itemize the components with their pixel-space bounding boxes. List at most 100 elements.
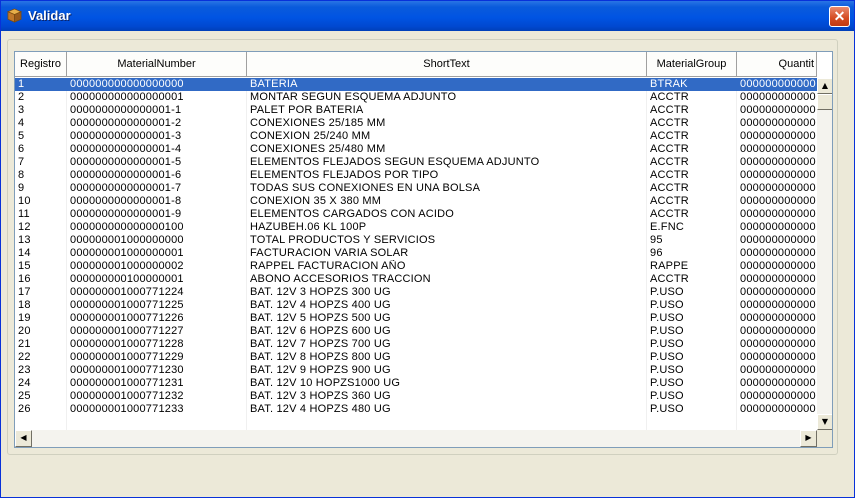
table-row[interactable]: 26 000000001000771233 BAT. 12V 4 HOPZS 480… xyxy=(15,403,817,416)
cell-short-text[interactable]: CONEXIONES 25/480 MM xyxy=(247,143,647,156)
cell-short-text[interactable]: BAT. 12V 10 HOPZS1000 UG xyxy=(247,377,647,390)
cell-quantity[interactable]: 000000000000 xyxy=(737,338,817,351)
vertical-scrollbar[interactable]: ▲ ▼ xyxy=(817,78,832,430)
cell-material-number[interactable]: 0000000000000001-5 xyxy=(67,156,247,169)
cell-quantity[interactable]: 000000000000 xyxy=(737,403,817,416)
cell-registro[interactable]: 4 xyxy=(15,117,67,130)
scroll-down-button[interactable]: ▼ xyxy=(817,414,832,430)
scroll-up-button[interactable]: ▲ xyxy=(817,78,832,94)
cell-short-text[interactable]: BATERIA xyxy=(247,78,647,91)
cell-material-number[interactable]: 0000000000000001-1 xyxy=(67,104,247,117)
table-row[interactable]: 6 0000000000000001-4 CONEXIONES 25/480 MM A… xyxy=(15,143,817,156)
scroll-thumb-vertical[interactable] xyxy=(817,94,832,110)
horizontal-scrollbar[interactable]: ◀ ▶ xyxy=(15,430,817,447)
cell-short-text[interactable]: BAT. 12V 5 HOPZS 500 UG xyxy=(247,312,647,325)
cell-material-number[interactable]: 000000001000771231 xyxy=(67,377,247,390)
cell-quantity[interactable]: 000000000000 xyxy=(737,299,817,312)
cell-short-text[interactable]: ELEMENTOS CARGADOS CON ACIDO xyxy=(247,208,647,221)
cell-short-text[interactable]: PALET POR BATERIA xyxy=(247,104,647,117)
cell-material-number[interactable]: 0000000000000001-8 xyxy=(67,195,247,208)
table-row[interactable]: 21 000000001000771228 BAT. 12V 7 HOPZS 700… xyxy=(15,338,817,351)
table-row[interactable]: 2 000000000000000001 MONTAR SEGUN ESQUEMA … xyxy=(15,91,817,104)
cell-registro[interactable]: 25 xyxy=(15,390,67,403)
cell-quantity[interactable]: 000000000000 xyxy=(737,156,817,169)
column-header-registro[interactable]: Registro xyxy=(15,52,67,77)
cell-material-number[interactable]: 000000001000771224 xyxy=(67,286,247,299)
column-header-materialnumber[interactable]: MaterialNumber xyxy=(67,52,247,77)
cell-short-text[interactable]: CONEXION 25/240 MM xyxy=(247,130,647,143)
cell-material-group[interactable]: ACCTR xyxy=(647,104,737,117)
cell-material-group[interactable]: ACCTR xyxy=(647,91,737,104)
cell-short-text[interactable]: BAT. 12V 9 HOPZS 900 UG xyxy=(247,364,647,377)
cell-material-group[interactable]: ACCTR xyxy=(647,143,737,156)
table-row[interactable]: 25 000000001000771232 BAT. 12V 3 HOPZS 360… xyxy=(15,390,817,403)
cell-registro[interactable]: 24 xyxy=(15,377,67,390)
table-row[interactable]: 8 0000000000000001-6 ELEMENTOS FLEJADOS PO… xyxy=(15,169,817,182)
cell-quantity[interactable]: 000000000000 xyxy=(737,325,817,338)
cell-quantity[interactable]: 000000000000 xyxy=(737,91,817,104)
cell-quantity[interactable]: 000000000000 xyxy=(737,221,817,234)
cell-short-text[interactable]: ABONO ACCESORIOS TRACCION xyxy=(247,273,647,286)
cell-material-number[interactable]: 000000000000000000 xyxy=(67,78,247,91)
cell-registro[interactable]: 22 xyxy=(15,351,67,364)
cell-short-text[interactable]: CONEXION 35 X 380 MM xyxy=(247,195,647,208)
cell-quantity[interactable]: 000000000000 xyxy=(737,377,817,390)
cell-short-text[interactable]: TODAS SUS CONEXIONES EN UNA BOLSA xyxy=(247,182,647,195)
cell-registro[interactable]: 16 xyxy=(15,273,67,286)
cell-short-text[interactable]: BAT. 12V 4 HOPZS 400 UG xyxy=(247,299,647,312)
title-bar[interactable]: Validar ✕ xyxy=(1,1,854,31)
cell-material-group[interactable]: P.USO xyxy=(647,364,737,377)
table-row[interactable]: 14 000000001000000001 FACTURACION VARIA SO… xyxy=(15,247,817,260)
cell-material-group[interactable]: BTRAK xyxy=(647,78,737,91)
column-header-quantity[interactable]: Quantit xyxy=(737,52,817,77)
cell-material-group[interactable]: ACCTR xyxy=(647,169,737,182)
cell-short-text[interactable]: ELEMENTOS FLEJADOS POR TIPO xyxy=(247,169,647,182)
cell-registro[interactable]: 19 xyxy=(15,312,67,325)
cell-material-group[interactable]: ACCTR xyxy=(647,273,737,286)
cell-registro[interactable]: 1 xyxy=(15,78,67,91)
cell-registro[interactable]: 3 xyxy=(15,104,67,117)
cell-quantity[interactable]: 000000000000 xyxy=(737,247,817,260)
cell-material-group[interactable]: P.USO xyxy=(647,351,737,364)
cell-material-number[interactable]: 000000001000771229 xyxy=(67,351,247,364)
cell-material-number[interactable]: 000000000000000100 xyxy=(67,221,247,234)
cell-quantity[interactable]: 000000000000 xyxy=(737,286,817,299)
table-row[interactable]: 11 0000000000000001-9 ELEMENTOS CARGADOS C… xyxy=(15,208,817,221)
cell-quantity[interactable]: 000000000000 xyxy=(737,195,817,208)
cell-registro[interactable]: 6 xyxy=(15,143,67,156)
table-row[interactable]: 5 0000000000000001-3 CONEXION 25/240 MM ACC… xyxy=(15,130,817,143)
cell-registro[interactable]: 20 xyxy=(15,325,67,338)
table-row[interactable]: 7 0000000000000001-5 ELEMENTOS FLEJADOS SE… xyxy=(15,156,817,169)
cell-material-number[interactable]: 000000001000771226 xyxy=(67,312,247,325)
cell-material-group[interactable]: E.FNC xyxy=(647,221,737,234)
cell-material-number[interactable]: 0000000000000001-9 xyxy=(67,208,247,221)
cell-quantity[interactable]: 000000000000 xyxy=(737,169,817,182)
cell-material-number[interactable]: 000000001000771227 xyxy=(67,325,247,338)
table-row[interactable]: 22 000000001000771229 BAT. 12V 8 HOPZS 800… xyxy=(15,351,817,364)
table-row[interactable]: 4 0000000000000001-2 CONEXIONES 25/185 MM A… xyxy=(15,117,817,130)
cell-material-group[interactable]: ACCTR xyxy=(647,156,737,169)
cell-material-group[interactable]: P.USO xyxy=(647,325,737,338)
cell-quantity[interactable]: 000000000000 xyxy=(737,78,817,91)
cell-material-group[interactable]: P.USO xyxy=(647,299,737,312)
cell-short-text[interactable]: TOTAL PRODUCTOS Y SERVICIOS xyxy=(247,234,647,247)
close-button[interactable]: ✕ xyxy=(829,6,850,27)
cell-registro[interactable]: 21 xyxy=(15,338,67,351)
cell-material-group[interactable]: ACCTR xyxy=(647,130,737,143)
cell-short-text[interactable]: BAT. 12V 6 HOPZS 600 UG xyxy=(247,325,647,338)
cell-material-number[interactable]: 0000000000000001-4 xyxy=(67,143,247,156)
cell-material-number[interactable]: 0000000000000001-2 xyxy=(67,117,247,130)
table-row[interactable]: 13 000000001000000000 TOTAL PRODUCTOS Y SE… xyxy=(15,234,817,247)
cell-material-number[interactable]: 000000001000771232 xyxy=(67,390,247,403)
cell-short-text[interactable]: BAT. 12V 3 HOPZS 300 UG xyxy=(247,286,647,299)
table-row[interactable]: 18 000000001000771225 BAT. 12V 4 HOPZS 400… xyxy=(15,299,817,312)
cell-quantity[interactable]: 000000000000 xyxy=(737,312,817,325)
cell-short-text[interactable]: ELEMENTOS FLEJADOS SEGUN ESQUEMA ADJUNTO xyxy=(247,156,647,169)
cell-material-group[interactable]: P.USO xyxy=(647,377,737,390)
cell-quantity[interactable]: 000000000000 xyxy=(737,104,817,117)
cell-material-group[interactable]: 95 xyxy=(647,234,737,247)
table-row[interactable]: 16 000000000100000001 ABONO ACCESORIOS TRA… xyxy=(15,273,817,286)
cell-short-text[interactable]: MONTAR SEGUN ESQUEMA ADJUNTO xyxy=(247,91,647,104)
cell-registro[interactable]: 15 xyxy=(15,260,67,273)
cell-material-number[interactable]: 000000001000000002 xyxy=(67,260,247,273)
